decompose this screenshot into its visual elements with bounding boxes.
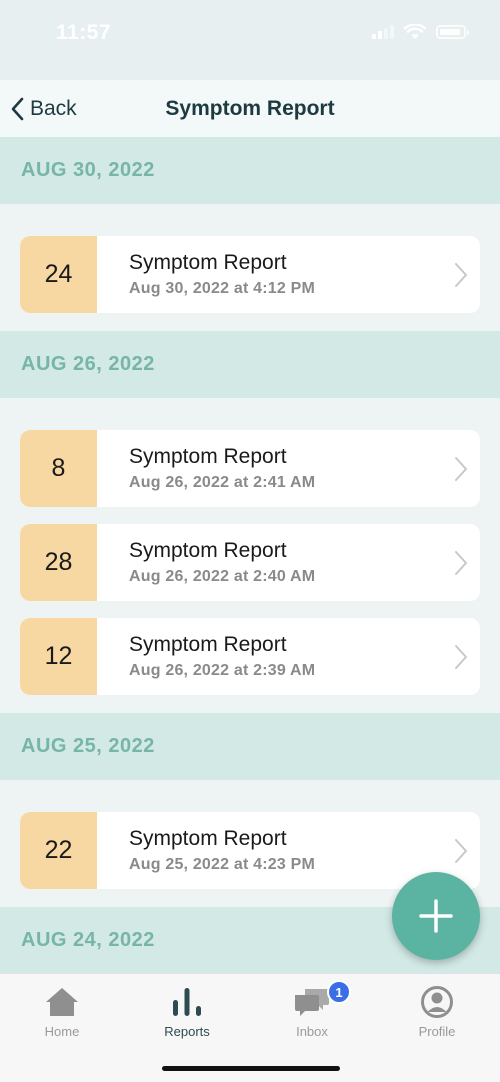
report-list[interactable]: AUG 30, 2022 24 Symptom Report Aug 30, 2…: [0, 137, 500, 973]
add-report-button[interactable]: [392, 872, 480, 960]
date-section-body: 24 Symptom Report Aug 30, 2022 at 4:12 P…: [0, 204, 500, 331]
section-date: AUG 25, 2022: [21, 735, 155, 757]
report-text: Symptom Report Aug 30, 2022 at 4:12 PM: [97, 236, 480, 313]
tab-label: Inbox: [296, 1024, 328, 1039]
report-timestamp: Aug 30, 2022 at 4:12 PM: [129, 280, 316, 297]
tab-label: Home: [44, 1024, 80, 1039]
date-section-header: AUG 30, 2022: [0, 137, 500, 204]
report-title: Symptom Report: [129, 445, 287, 468]
score-value: 28: [44, 548, 73, 576]
report-timestamp: Aug 26, 2022 at 2:41 AM: [129, 474, 316, 491]
score-value: 12: [44, 642, 73, 670]
battery-icon: [436, 25, 469, 39]
date-section-header: AUG 25, 2022: [0, 713, 500, 780]
chat-bubbles-icon: 1: [293, 980, 351, 1020]
score-box: 28: [20, 524, 97, 601]
report-text: Symptom Report Aug 26, 2022 at 2:41 AM: [97, 430, 480, 507]
date-section-header: AUG 26, 2022: [0, 331, 500, 398]
score-box: 8: [20, 430, 97, 507]
plus-icon: [419, 899, 453, 933]
report-card[interactable]: 12 Symptom Report Aug 26, 2022 at 2:39 A…: [20, 618, 480, 695]
score-box: 24: [20, 236, 97, 313]
report-title: Symptom Report: [129, 827, 287, 850]
section-date: AUG 26, 2022: [21, 353, 155, 375]
report-card[interactable]: 8 Symptom Report Aug 26, 2022 at 2:41 AM: [20, 430, 480, 507]
section-date: AUG 30, 2022: [21, 159, 155, 181]
report-title: Symptom Report: [129, 633, 287, 656]
report-card[interactable]: 22 Symptom Report Aug 25, 2022 at 4:23 P…: [20, 812, 480, 889]
score-box: 12: [20, 618, 97, 695]
bar-chart-icon: [170, 984, 204, 1020]
score-value: 24: [44, 260, 73, 288]
status-time: 11:57: [56, 21, 112, 44]
report-timestamp: Aug 25, 2022 at 4:23 PM: [129, 856, 316, 873]
tab-profile[interactable]: Profile: [387, 984, 487, 1039]
tab-reports[interactable]: Reports: [137, 984, 237, 1039]
report-text: Symptom Report Aug 26, 2022 at 2:39 AM: [97, 618, 480, 695]
chevron-right-icon: [455, 263, 467, 287]
chevron-right-icon: [455, 457, 467, 481]
report-timestamp: Aug 26, 2022 at 2:40 AM: [129, 568, 316, 585]
chevron-right-icon: [455, 839, 467, 863]
user-circle-icon: [420, 984, 454, 1020]
tab-label: Reports: [164, 1024, 210, 1039]
status-bar: 11:57: [0, 0, 500, 80]
wifi-icon: [404, 24, 426, 39]
tab-label: Profile: [418, 1024, 456, 1039]
report-title: Symptom Report: [129, 539, 287, 562]
navigation-bar: Back Symptom Report: [0, 80, 500, 137]
score-box: 22: [20, 812, 97, 889]
chevron-right-icon: [455, 551, 467, 575]
report-card[interactable]: 24 Symptom Report Aug 30, 2022 at 4:12 P…: [20, 236, 480, 313]
status-icons: [372, 24, 469, 40]
home-icon: [44, 984, 80, 1020]
report-text: Symptom Report Aug 26, 2022 at 2:40 AM: [97, 524, 480, 601]
score-value: 8: [51, 454, 66, 482]
report-card[interactable]: 28 Symptom Report Aug 26, 2022 at 2:40 A…: [20, 524, 480, 601]
unread-badge: 1: [327, 980, 351, 1004]
report-title: Symptom Report: [129, 251, 287, 274]
chevron-right-icon: [455, 645, 467, 669]
report-timestamp: Aug 26, 2022 at 2:39 AM: [129, 662, 316, 679]
tab-home[interactable]: Home: [12, 984, 112, 1039]
cellular-signal-icon: [372, 25, 394, 39]
date-section-body: 8 Symptom Report Aug 26, 2022 at 2:41 AM…: [0, 398, 500, 713]
score-value: 22: [44, 836, 73, 864]
section-date: AUG 24, 2022: [21, 929, 155, 951]
tab-inbox[interactable]: 1 Inbox: [262, 980, 362, 1039]
page-title: Symptom Report: [165, 97, 335, 120]
home-indicator: [162, 1066, 340, 1071]
